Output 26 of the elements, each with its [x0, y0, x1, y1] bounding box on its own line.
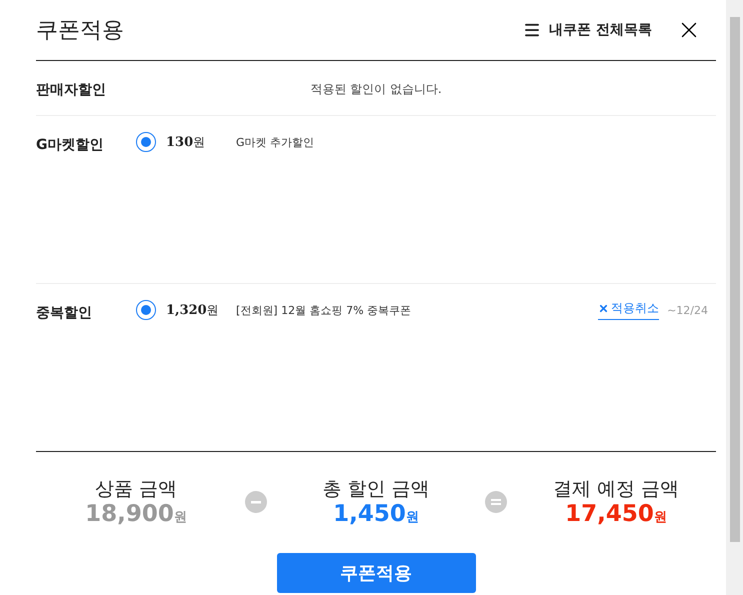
- coupon-amount: 130원: [166, 134, 206, 150]
- cancel-link[interactable]: 적용취소: [598, 300, 660, 320]
- empty-message: 적용된 할인이 없습니다.: [309, 81, 443, 98]
- amount-label: 총 할인 금액: [322, 477, 430, 502]
- expiry-date: ~12/24: [667, 304, 708, 316]
- amount-label: 상품 금액: [94, 477, 178, 502]
- amount-value: 17,450원: [565, 502, 667, 528]
- amount-value: 1,450원: [333, 502, 419, 528]
- section-label: 중복할인: [36, 304, 93, 322]
- coupon-amount: 1,320원: [166, 302, 220, 318]
- radio-button[interactable]: [136, 132, 156, 152]
- section-label: 판매자할인: [36, 81, 107, 99]
- amount-label: 결제 예정 금액: [552, 477, 680, 502]
- section-label: G마켓할인: [36, 136, 104, 154]
- coupon-list-link[interactable]: 내쿠폰 전체목록: [523, 21, 652, 39]
- scrollbar[interactable]: [726, 0, 743, 595]
- apply-coupon-button[interactable]: 쿠폰적용: [276, 553, 476, 594]
- minus-icon: [245, 490, 267, 513]
- radio-button[interactable]: [136, 300, 156, 320]
- equals-icon: [485, 490, 507, 513]
- coupon-name: G마켓 추가할인: [236, 134, 316, 150]
- menu-icon: [523, 21, 542, 39]
- amount-value: 18,900원: [85, 502, 187, 528]
- dialog-title: 쿠폰적용: [36, 17, 125, 45]
- x-icon: [598, 303, 610, 314]
- coupon-name: [전회원] 12월 홈쇼핑 7% 중복쿠폰: [236, 302, 412, 318]
